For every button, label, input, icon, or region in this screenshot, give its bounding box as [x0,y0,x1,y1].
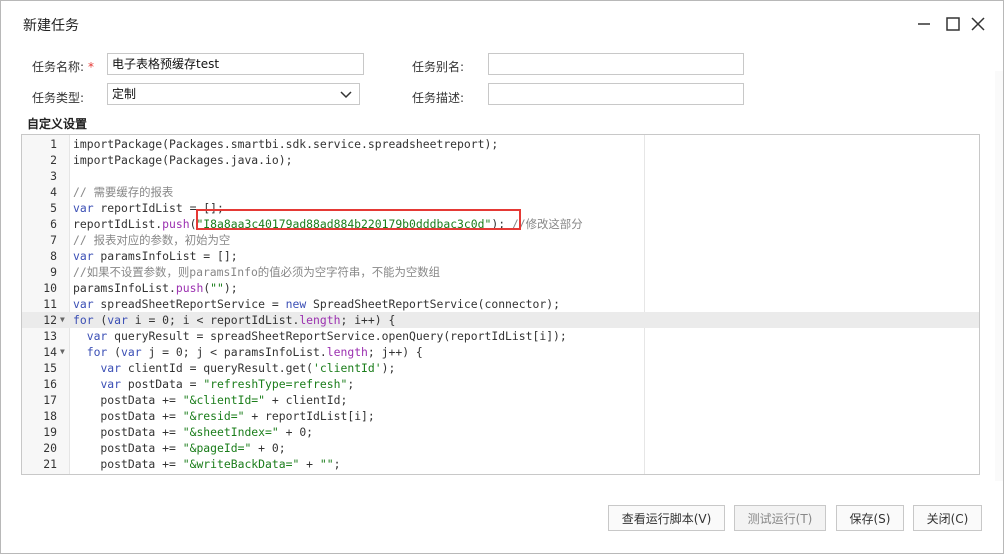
code-line[interactable]: 18 postData += "&resid=" + reportIdList[… [22,408,979,424]
code-text: for (var i = 0; i < reportIdList.length;… [73,313,396,327]
required-mark: * [88,60,95,74]
line-number: 15 [43,361,57,375]
close-icon [971,17,985,31]
line-number: 21 [43,457,57,471]
save-button[interactable]: 保存(S) [836,505,904,531]
line-number: 2 [50,153,57,167]
code-line[interactable]: 17 postData += "&clientId=" + clientId; [22,392,979,408]
code-text: paramsInfoList.push(""); [73,281,238,295]
line-number: 7 [50,233,57,247]
code-text: var queryResult = spreadSheetReportServi… [86,329,567,343]
fold-toggle-icon[interactable]: ▼ [60,312,65,328]
code-text: // 需要缓存的报表 [73,185,174,199]
line-number: 3 [50,169,57,183]
code-line[interactable]: 21 postData += "&writeBackData=" + ""; [22,456,979,472]
code-text: postData += "&resid=" + reportIdList[i]; [73,409,375,423]
code-line[interactable]: 14 ▼ for (var j = 0; j < paramsInfoList.l… [22,344,979,360]
task-type-select[interactable]: 定制 [107,83,360,105]
line-number: 12 [43,313,57,327]
task-type-value: 定制 [112,87,137,101]
task-name-label-text: 任务名称: [32,60,85,74]
line-number: 5 [50,201,57,215]
code-lines[interactable]: 1 importPackage(Packages.smartbi.sdk.serv… [22,136,979,472]
chevron-down-icon [340,91,352,99]
code-line[interactable]: 8 var paramsInfoList = []; [22,248,979,264]
code-text: var paramsInfoList = []; [73,249,238,263]
fold-toggle-icon[interactable]: ▼ [60,344,65,360]
code-text: postData += "&sheetIndex=" + 0; [73,425,314,439]
test-run-button[interactable]: 测试运行(T) [734,505,826,531]
custom-settings-title: 自定义设置 [27,117,88,131]
line-number: 6 [50,217,57,231]
task-type-label: 任务类型: [32,91,85,105]
code-text: var spreadSheetReportService = new Sprea… [73,297,560,311]
task-name-label: 任务名称: * [32,58,94,75]
code-line[interactable]: 3 [22,168,979,184]
code-line[interactable]: 15 var clientId = queryResult.get('clien… [22,360,979,376]
code-text: postData += "&clientId=" + clientId; [73,393,348,407]
code-text: importPackage(Packages.smartbi.sdk.servi… [73,137,499,151]
task-alias-input[interactable] [488,53,744,75]
dialog-title: 新建任务 [23,18,79,34]
line-number: 1 [50,137,57,151]
task-alias-label: 任务别名: [412,60,465,74]
line-number: 10 [43,281,57,295]
code-line[interactable]: 9 //如果不设置参数，则paramsInfo的值必须为空字符串，不能为空数组 [22,264,979,280]
code-text: var postData = "refreshType=refresh"; [100,377,355,391]
code-line[interactable]: 20 postData += "&pageId=" + 0; [22,440,979,456]
line-number: 14 [43,345,57,359]
close-window-button[interactable] [967,13,989,35]
code-line[interactable]: 16 var postData = "refreshType=refresh"; [22,376,979,392]
dialog-scrollbar[interactable] [995,71,1003,481]
code-line[interactable]: 1 importPackage(Packages.smartbi.sdk.serv… [22,136,979,152]
code-line[interactable]: 7 // 报表对应的参数，初始为空 [22,232,979,248]
minimize-button[interactable] [913,13,935,35]
code-line[interactable]: 13 var queryResult = spreadSheetReportSe… [22,328,979,344]
code-text: //如果不设置参数，则paramsInfo的值必须为空字符串，不能为空数组 [73,265,441,279]
code-text: importPackage(Packages.java.io); [73,153,293,167]
new-task-dialog: 新建任务 任务名称: * 电子表格预缓存test 任务别名: 任务类型: 定制 任… [0,0,1004,554]
code-line[interactable]: 11 var spreadSheetReportService = new Spr… [22,296,979,312]
code-line[interactable]: 4 // 需要缓存的报表 [22,184,979,200]
view-script-button[interactable]: 查看运行脚本(V) [608,505,725,531]
minimize-icon [918,23,930,25]
line-number: 4 [50,185,57,199]
task-desc-label: 任务描述: [412,91,465,105]
maximize-button[interactable] [942,13,964,35]
line-number: 19 [43,425,57,439]
code-line[interactable]: 10 paramsInfoList.push(""); [22,280,979,296]
code-editor[interactable]: 1 importPackage(Packages.smartbi.sdk.serv… [21,134,980,475]
close-button[interactable]: 关闭(C) [913,505,982,531]
code-text: // 报表对应的参数，初始为空 [73,233,231,247]
task-name-input[interactable]: 电子表格预缓存test [107,53,364,75]
maximize-icon [946,17,960,31]
line-number: 18 [43,409,57,423]
code-text: var clientId = queryResult.get('clientId… [100,361,396,375]
line-number: 11 [43,297,57,311]
code-line[interactable]: 12 ▼ for (var i = 0; i < reportIdList.leng… [22,312,979,328]
code-text: postData += "&writeBackData=" + ""; [73,457,341,471]
task-desc-input[interactable] [488,83,744,105]
code-text: for (var j = 0; j < paramsInfoList.lengt… [86,345,423,359]
code-line[interactable]: 19 postData += "&sheetIndex=" + 0; [22,424,979,440]
code-text: postData += "&pageId=" + 0; [73,441,286,455]
dialog-titlebar[interactable]: 新建任务 [1,1,1003,45]
highlight-box [196,209,521,230]
code-line[interactable]: 2 importPackage(Packages.java.io); [22,152,979,168]
line-number: 17 [43,393,57,407]
line-number: 13 [43,329,57,343]
line-number: 20 [43,441,57,455]
line-number: 16 [43,377,57,391]
line-number: 9 [50,265,57,279]
line-number: 8 [50,249,57,263]
